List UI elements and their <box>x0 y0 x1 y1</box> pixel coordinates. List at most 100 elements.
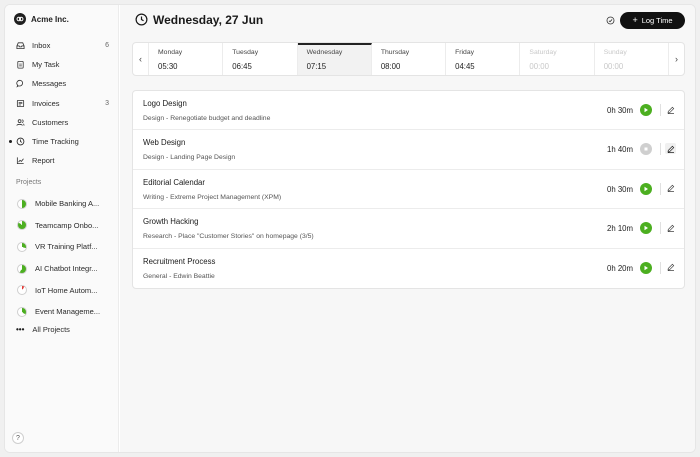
play-icon <box>644 265 648 270</box>
day-name: Monday <box>158 49 183 56</box>
sidebar-item-label: Invoices <box>32 98 60 108</box>
sidebar-item-inbox[interactable]: Inbox 6 <box>5 36 119 55</box>
play-icon <box>644 107 648 113</box>
day-total: 08:00 <box>380 62 401 71</box>
time-entry-row[interactable]: Growth Hacking Research - Place "Custome… <box>133 209 684 249</box>
project-progress-icon <box>17 306 27 317</box>
brand-logo-icon <box>14 13 26 25</box>
day-wednesday[interactable]: Wednesday 07:15 <box>297 43 372 75</box>
inbox-icon <box>16 42 25 50</box>
invoices-count-badge: 3 <box>105 99 109 107</box>
stop-icon <box>644 147 648 151</box>
invoice-icon <box>16 99 25 107</box>
all-projects-link[interactable]: ••• All Projects <box>16 325 70 334</box>
edit-entry-button[interactable] <box>665 183 676 194</box>
clock-icon <box>16 137 25 146</box>
timer-icon[interactable] <box>606 16 615 25</box>
day-total: 05:30 <box>158 62 178 71</box>
brand[interactable]: Acme Inc. <box>14 13 69 25</box>
entry-subtitle: General - Edwin Beattie <box>143 272 215 280</box>
start-timer-button[interactable] <box>640 104 652 116</box>
divider <box>660 261 661 274</box>
main-nav: Inbox 6 My Task Messages Invoices 3 Cust… <box>5 36 119 170</box>
project-label: AI Chatbot Integr... <box>35 264 98 274</box>
main-content: Wednesday, 27 Jun + Log Time ‹ Monday 05… <box>120 5 695 452</box>
page-title: Wednesday, 27 Jun <box>153 13 264 27</box>
time-entry-list: Logo Design Design - Renegotiate budget … <box>132 90 685 289</box>
edit-entry-button[interactable] <box>665 143 676 155</box>
project-item-event-management[interactable]: Event Manageme... <box>5 301 119 323</box>
start-timer-button[interactable] <box>640 182 652 195</box>
entry-title: Growth Hacking <box>143 217 199 227</box>
entry-subtitle: Research - Place "Customer Stories" on h… <box>143 233 314 241</box>
project-label: Mobile Banking A... <box>35 199 100 209</box>
day-monday[interactable]: Monday 05:30 <box>149 43 224 75</box>
sidebar-item-label: My Task <box>32 60 60 70</box>
sidebar-item-label: Customers <box>32 117 69 127</box>
chevron-right-icon: › <box>675 54 678 64</box>
entry-subtitle: Design - Renegotiate budget and deadline <box>143 115 271 122</box>
day-friday[interactable]: Friday 04:45 <box>446 43 521 75</box>
edit-entry-button[interactable] <box>665 262 676 273</box>
day-name: Wednesday <box>306 49 343 56</box>
time-entry-row[interactable]: Editorial Calendar Writing - Extreme Pro… <box>133 170 684 210</box>
next-week-button[interactable]: › <box>668 43 684 75</box>
pencil-icon <box>667 263 674 272</box>
day-total: 06:45 <box>232 62 252 71</box>
entry-duration: 0h 30m <box>606 184 633 194</box>
brand-name: Acme Inc. <box>31 14 69 24</box>
time-entry-row[interactable]: Logo Design Design - Renegotiate budget … <box>133 91 684 131</box>
day-thursday[interactable]: Thursday 08:00 <box>372 43 447 75</box>
time-entry-row[interactable]: Recruitment Process General - Edwin Beat… <box>133 249 684 288</box>
project-label: Teamcamp Onbo... <box>35 220 99 230</box>
log-time-button[interactable]: + Log Time <box>620 12 685 29</box>
projects-section-title: Projects <box>16 179 42 186</box>
day-saturday: Saturday 00:00 <box>520 43 595 75</box>
project-item-ai-chatbot[interactable]: AI Chatbot Integr... <box>5 258 119 280</box>
sidebar-item-messages[interactable]: Messages <box>5 74 119 93</box>
project-label: IoT Home Autom... <box>35 285 98 295</box>
sidebar-item-time-tracking[interactable]: Time Tracking <box>5 132 119 151</box>
day-name: Saturday <box>529 49 557 56</box>
pencil-icon <box>667 106 674 114</box>
entry-title: Logo Design <box>143 99 187 108</box>
project-item-teamcamp[interactable]: Teamcamp Onbo... <box>5 215 119 237</box>
edit-entry-button[interactable] <box>665 222 676 233</box>
edit-entry-button[interactable] <box>665 104 676 115</box>
day-name: Friday <box>455 49 475 56</box>
pencil-icon <box>667 224 674 232</box>
start-timer-button[interactable] <box>640 222 652 235</box>
sidebar-item-invoices[interactable]: Invoices 3 <box>5 94 119 113</box>
day-tuesday[interactable]: Tuesday 06:45 <box>223 43 298 75</box>
sidebar-item-my-task[interactable]: My Task <box>5 55 119 74</box>
sidebar-item-customers[interactable]: Customers <box>5 113 119 132</box>
clipboard-icon <box>17 61 24 69</box>
week-selector: ‹ Monday 05:30 Tuesday 06:45 Wednesday 0… <box>132 42 685 76</box>
prev-week-button[interactable]: ‹ <box>133 43 149 75</box>
chevron-left-icon: ‹ <box>139 54 142 64</box>
divider <box>660 104 661 116</box>
entry-subtitle: Design - Landing Page Design <box>143 154 236 162</box>
project-item-iot-home[interactable]: IoT Home Autom... <box>5 279 119 301</box>
all-projects-label: All Projects <box>32 325 70 334</box>
time-entry-row[interactable]: Web Design Design - Landing Page Design … <box>133 130 684 170</box>
project-item-mobile-banking[interactable]: Mobile Banking A... <box>5 193 119 215</box>
stop-timer-button[interactable] <box>640 143 652 156</box>
app-window: Acme Inc. Inbox 6 My Task Messages Invoi… <box>4 4 696 453</box>
project-item-vr-training[interactable]: VR Training Platf... <box>5 236 119 258</box>
start-timer-button[interactable] <box>640 261 652 274</box>
day-total: 00:00 <box>603 62 624 71</box>
sidebar-item-report[interactable]: Report <box>5 151 119 170</box>
divider <box>660 143 661 156</box>
week-days: Monday 05:30 Tuesday 06:45 Wednesday 07:… <box>149 43 668 75</box>
help-button[interactable]: ? <box>12 432 24 444</box>
pencil-icon <box>667 185 674 193</box>
log-time-label: Log Time <box>641 16 673 25</box>
day-total: 04:45 <box>455 62 475 71</box>
project-list: Mobile Banking A... Teamcamp Onbo... VR … <box>5 193 119 323</box>
entry-title: Web Design <box>143 138 186 148</box>
play-icon <box>644 186 648 191</box>
inbox-count-badge: 6 <box>105 42 109 50</box>
project-progress-icon <box>17 198 27 209</box>
project-progress-icon <box>17 285 27 296</box>
